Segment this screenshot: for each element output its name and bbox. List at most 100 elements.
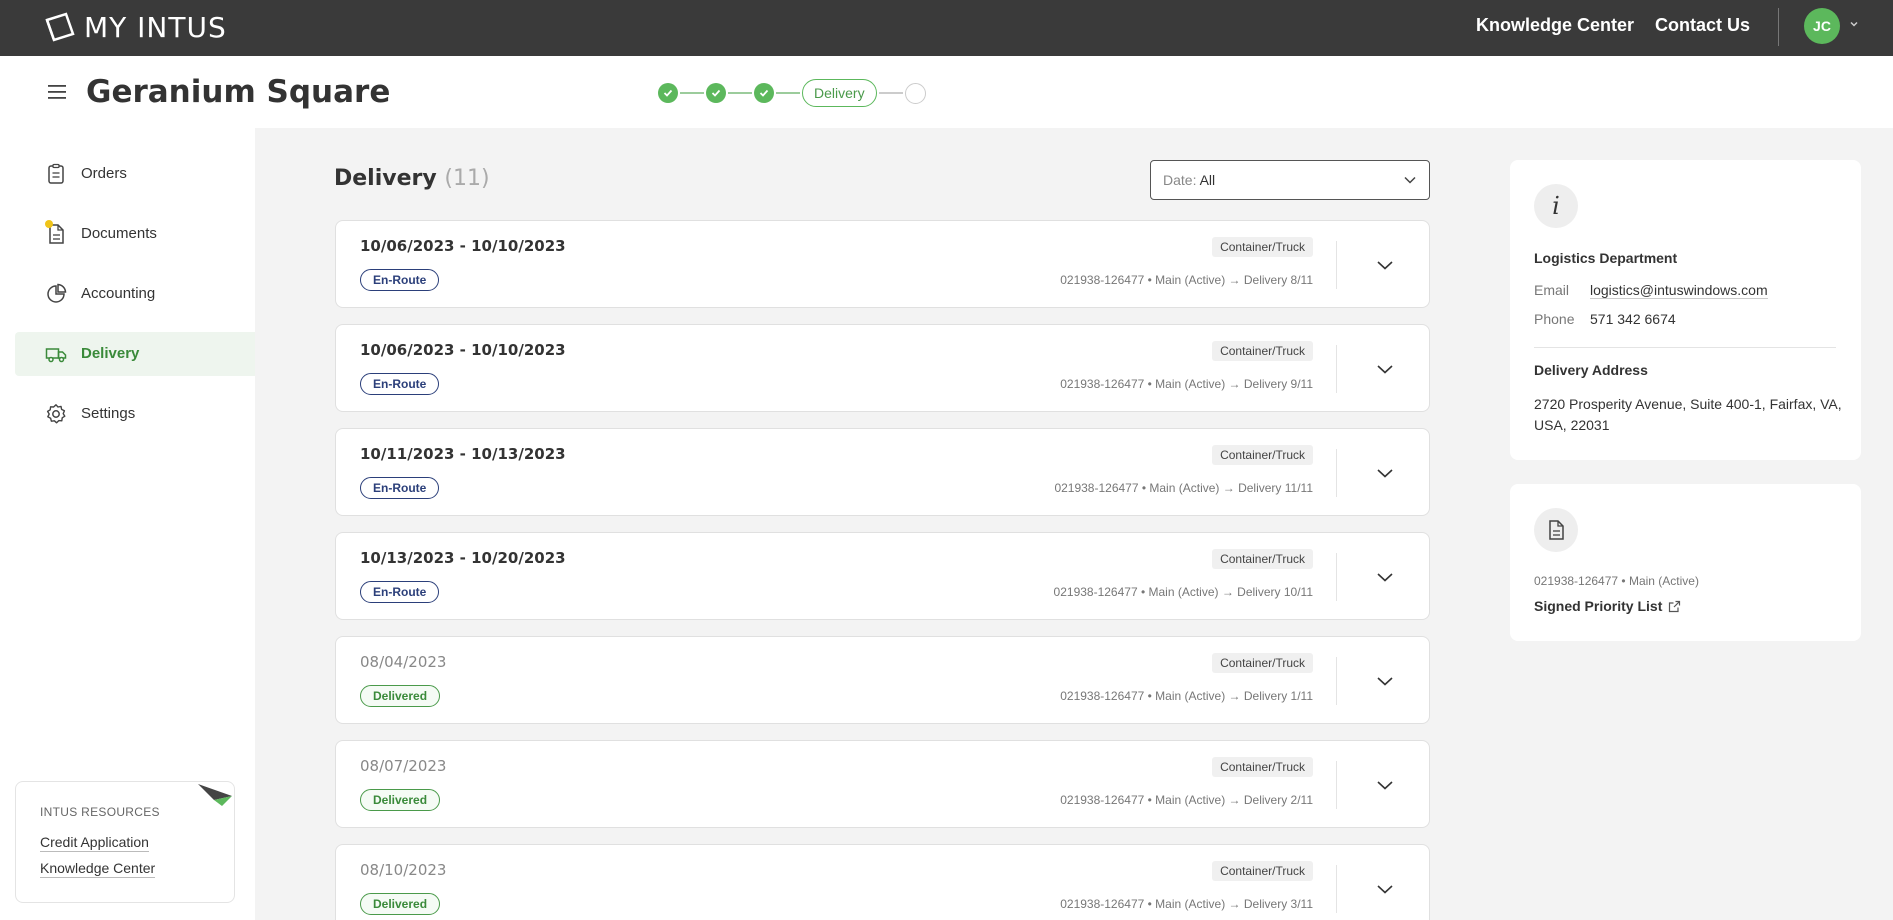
project-title: Geranium Square (86, 74, 391, 110)
date-filter-label-text: Date: (1163, 172, 1197, 188)
chevron-down-icon[interactable] (1848, 18, 1860, 30)
card-divider (1336, 241, 1337, 289)
expand-card-button[interactable] (1371, 355, 1399, 383)
intus-logo[interactable]: MY INTUS (44, 10, 227, 44)
sidebar-item-delivery[interactable]: Delivery (15, 332, 255, 376)
logo-text: MY INTUS (84, 10, 227, 44)
step-connector (728, 92, 752, 94)
delivery-card[interactable]: 10/06/2023 - 10/10/2023 En-Route Contain… (335, 220, 1430, 308)
status-badge: En-Route (360, 477, 440, 499)
chevron-down-icon (1404, 176, 1416, 184)
sidebar-item-orders[interactable]: Orders (15, 152, 255, 196)
expand-card-button[interactable] (1371, 771, 1399, 799)
card-divider (1336, 865, 1337, 913)
delivery-date: 08/07/2023 (360, 757, 447, 775)
delivery-type-tag: Container/Truck (1212, 237, 1313, 257)
delivery-order-info: 021938-126477 • Main (Active) → Delivery… (1060, 273, 1313, 287)
document-card: 021938-126477 • Main (Active) Signed Pri… (1510, 484, 1861, 641)
delivery-order-info: 021938-126477 • Main (Active) → Delivery… (1060, 377, 1313, 391)
delivery-card[interactable]: 08/04/2023 Delivered Container/Truck 021… (335, 636, 1430, 724)
expand-card-button[interactable] (1371, 667, 1399, 695)
sidebar-item-label: Accounting (81, 285, 156, 302)
delivery-type-tag: Container/Truck (1212, 341, 1313, 361)
pie-chart-icon (47, 283, 67, 303)
chevron-down-icon (1377, 365, 1393, 374)
expand-card-button[interactable] (1371, 459, 1399, 487)
card-divider (1336, 345, 1337, 393)
phone-value: 571 342 6674 (1590, 311, 1676, 327)
delivery-card[interactable]: 08/10/2023 Delivered Container/Truck 021… (335, 844, 1430, 920)
phone-label: Phone (1534, 311, 1575, 327)
delivery-date-range: 10/11/2023 - 10/13/2023 (360, 445, 566, 463)
topnav-divider (1778, 8, 1779, 46)
knowledge-center-link[interactable]: Knowledge Center (40, 860, 156, 878)
paper-plane-icon (198, 784, 232, 806)
delivery-card[interactable]: 08/07/2023 Delivered Container/Truck 021… (335, 740, 1430, 828)
page-title: Delivery (11) (334, 166, 490, 191)
date-filter-label: Date: All (1163, 172, 1215, 188)
sidebar-item-label: Documents (81, 225, 157, 242)
delivery-date: 08/04/2023 (360, 653, 447, 671)
delivery-type-tag: Container/Truck (1212, 861, 1313, 881)
status-badge: Delivered (360, 893, 441, 915)
expand-card-button[interactable] (1371, 251, 1399, 279)
step-current-delivery: Delivery (802, 79, 877, 107)
info-icon: i (1534, 184, 1578, 228)
signed-priority-list-link[interactable]: Signed Priority List (1534, 598, 1681, 614)
document-order-info: 021938-126477 • Main (Active) (1534, 574, 1699, 588)
user-avatar[interactable]: JC (1804, 8, 1840, 44)
expand-card-button[interactable] (1371, 875, 1399, 903)
delivery-card[interactable]: 10/13/2023 - 10/20/2023 En-Route Contain… (335, 532, 1430, 620)
delivery-order-info: 021938-126477 • Main (Active) → Delivery… (1054, 481, 1313, 495)
sidebar-item-settings[interactable]: Settings (15, 392, 255, 436)
status-badge: Delivered (360, 789, 441, 811)
sidebar-item-accounting[interactable]: Accounting (15, 272, 255, 316)
delivery-type-tag: Container/Truck (1212, 549, 1313, 569)
department-name: Logistics Department (1534, 250, 1678, 266)
gear-icon (46, 404, 66, 424)
page-title-text: Delivery (334, 166, 437, 191)
date-filter-select[interactable]: Date: All (1150, 160, 1430, 200)
chevron-down-icon (1377, 573, 1393, 582)
delivery-card[interactable]: 10/06/2023 - 10/10/2023 En-Route Contain… (335, 324, 1430, 412)
step-connector (680, 92, 704, 94)
card-divider (1336, 657, 1337, 705)
project-header: Geranium Square Delivery (0, 56, 1893, 128)
sidebar-item-label: Settings (81, 405, 136, 422)
logo-mark-icon (45, 12, 75, 42)
status-badge: En-Route (360, 373, 440, 395)
sidebar-item-documents[interactable]: Documents (15, 212, 255, 256)
delivery-order-info: 021938-126477 • Main (Active) → Delivery… (1053, 585, 1313, 599)
delivery-type-tag: Container/Truck (1212, 653, 1313, 673)
date-filter-value: All (1199, 172, 1216, 188)
document-link-label: Signed Priority List (1534, 598, 1663, 614)
chevron-down-icon (1377, 885, 1393, 894)
delivery-date-range: 10/06/2023 - 10/10/2023 (360, 237, 566, 255)
chevron-down-icon (1377, 261, 1393, 270)
delivery-card[interactable]: 10/11/2023 - 10/13/2023 En-Route Contain… (335, 428, 1430, 516)
delivery-order-info: 021938-126477 • Main (Active) → Delivery… (1060, 689, 1313, 703)
delivery-count: (11) (444, 166, 490, 191)
sidebar-item-label: Orders (81, 165, 127, 182)
topnav-contact-us-link[interactable]: Contact Us (1655, 15, 1750, 36)
notification-dot (45, 220, 53, 228)
card-divider (1336, 761, 1337, 809)
email-link[interactable]: logistics@intuswindows.com (1590, 282, 1768, 299)
step-complete-check-icon (658, 83, 678, 103)
card-divider (1336, 553, 1337, 601)
delivery-type-tag: Container/Truck (1212, 757, 1313, 777)
truck-icon (45, 348, 67, 363)
document-icon (1534, 508, 1578, 552)
status-badge: Delivered (360, 685, 441, 707)
hamburger-menu-icon[interactable] (47, 84, 67, 100)
progress-stepper: Delivery (658, 78, 926, 108)
step-connector (776, 92, 800, 94)
topnav-knowledge-center-link[interactable]: Knowledge Center (1476, 15, 1634, 36)
credit-application-link[interactable]: Credit Application (40, 834, 149, 852)
step-complete-check-icon (706, 83, 726, 103)
card-divider (1336, 449, 1337, 497)
logistics-info-card: i Logistics Department Email logistics@i… (1510, 160, 1861, 460)
chevron-down-icon (1377, 781, 1393, 790)
expand-card-button[interactable] (1371, 563, 1399, 591)
sidebar-item-label: Delivery (81, 345, 140, 362)
